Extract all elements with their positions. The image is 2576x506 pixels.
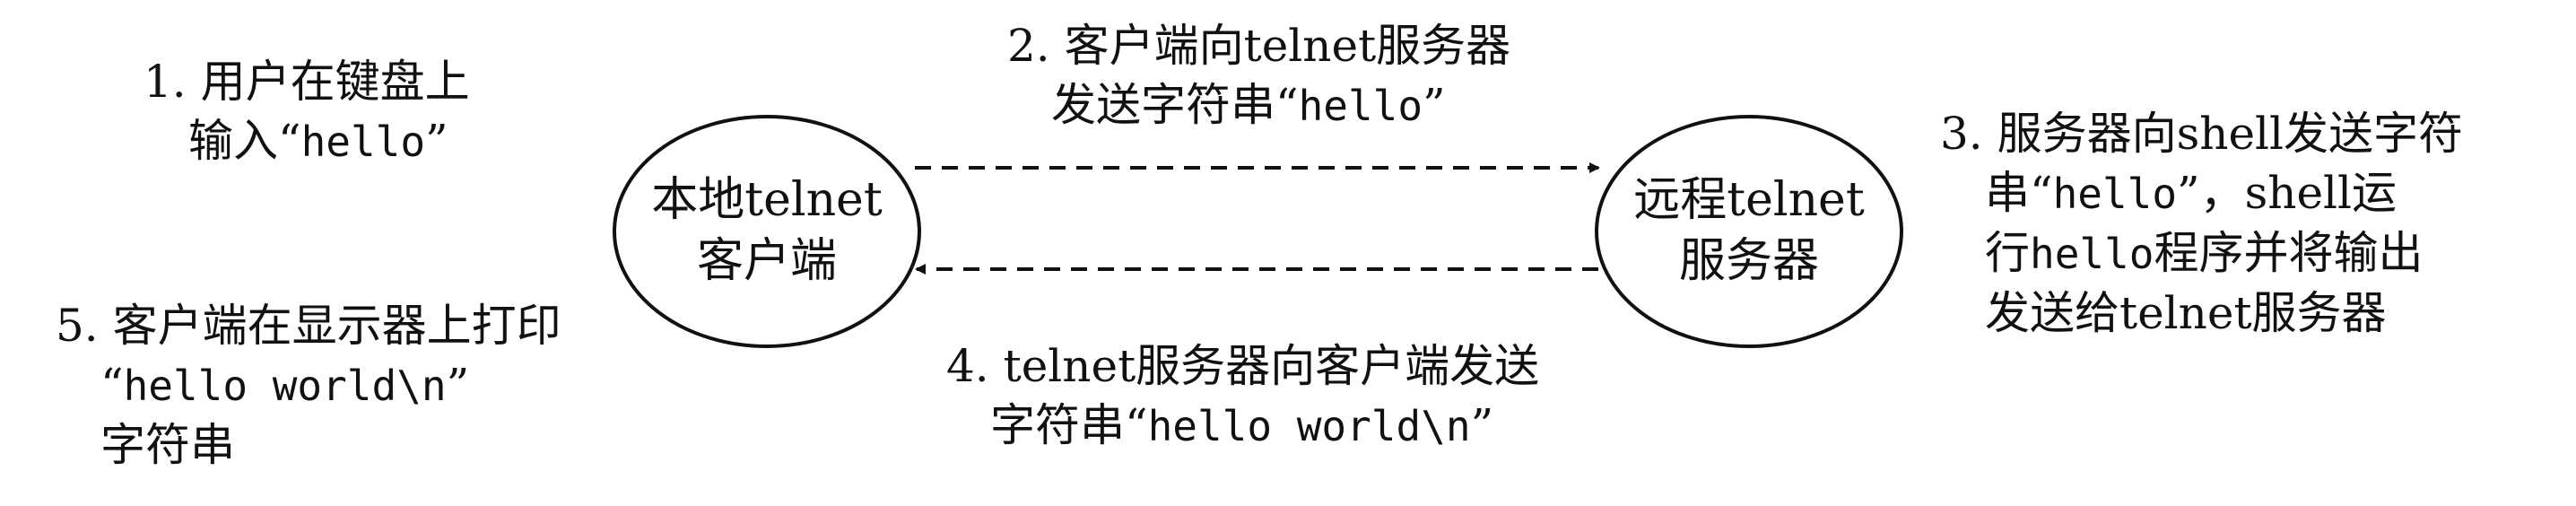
step5-code: hello world\n — [123, 362, 447, 410]
local-client-label-line2: 客户端 — [697, 234, 837, 288]
step2-line1: 2. 客户端向telnet服务器 — [1007, 20, 1511, 72]
step4-line2: 字符串“hello world\n” — [946, 396, 1539, 456]
step2-label: 2. 客户端向telnet服务器 发送字符串“hello” — [1007, 16, 1510, 135]
step1-line1: 1. 用户在键盘上 — [144, 56, 470, 108]
step5-line2-prefix: “ — [100, 359, 124, 411]
local-client-label-line1: 本地telnet — [651, 173, 883, 227]
step4-line2-suffix: ” — [1470, 399, 1494, 451]
step3-label: 3. 服务器向shell发送字符 串“hello”，shell运 行hello程… — [1940, 104, 2463, 343]
local-client-node — [613, 115, 921, 348]
step5-line2: “hello world\n” — [56, 355, 561, 415]
remote-server-label-line2: 服务器 — [1679, 234, 1819, 288]
step5-label: 5. 客户端在显示器上打印 “hello world\n” 字符串 — [56, 296, 561, 475]
step3-line3-prefix: 行 — [1985, 227, 2030, 279]
step1-code: hello — [300, 118, 426, 166]
step4-line1: 4. telnet服务器向客户端发送 — [946, 340, 1540, 392]
step2-code: hello — [1298, 82, 1423, 130]
step5-line3: 字符串 — [100, 419, 235, 471]
step4-label: 4. telnet服务器向客户端发送 字符串“hello world\n” — [946, 336, 1539, 456]
remote-server-node — [1595, 115, 1903, 348]
remote-server-label-line1: 远程telnet — [1633, 173, 1865, 227]
step2-line2-suffix: ” — [1423, 79, 1446, 131]
step3-line3-suffix: 程序并将输出 — [2154, 227, 2424, 279]
step4-code: hello world\n — [1147, 402, 1471, 450]
step1-label: 1. 用户在键盘上 输入“hello” — [144, 52, 470, 171]
step3-line2: 串“hello”，shell运 — [1940, 163, 2463, 223]
step2-line2-prefix: 发送字符串“ — [1051, 79, 1299, 131]
step4-line2-prefix: 字符串“ — [990, 399, 1148, 451]
step3-code: hello — [2052, 170, 2178, 218]
step2-line2: 发送字符串“hello” — [1007, 75, 1510, 135]
step3-line4: 发送给telnet服务器 — [1985, 287, 2387, 339]
step3-code-2: hello — [2030, 230, 2154, 278]
step3-line1: 3. 服务器向shell发送字符 — [1940, 108, 2464, 160]
step1-line2: 输入“hello” — [144, 111, 470, 171]
step3-line2-suffix: ”，shell运 — [2177, 167, 2398, 219]
step1-line2-suffix: ” — [425, 115, 448, 167]
step5-line1: 5. 客户端在显示器上打印 — [56, 300, 561, 352]
step3-line2-prefix: 串“ — [1985, 167, 2053, 219]
step3-line3: 行hello程序并将输出 — [1940, 223, 2463, 284]
step5-line2-suffix: ” — [446, 359, 470, 411]
step1-line2-prefix: 输入“ — [188, 115, 301, 167]
